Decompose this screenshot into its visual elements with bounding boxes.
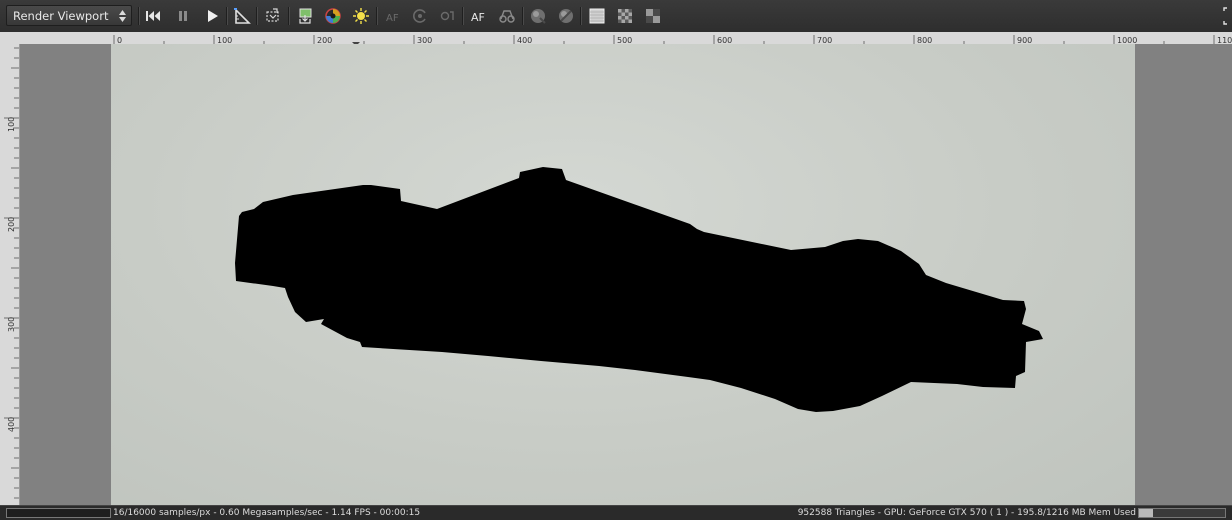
ruler-label: 200	[7, 217, 16, 232]
render-stats-text: 16/16000 samples/px - 0.60 Megasamples/s…	[113, 508, 421, 518]
memory-usage-bar	[1138, 508, 1226, 518]
camera-target-button[interactable]	[409, 5, 431, 27]
ruler-label: 300	[7, 317, 16, 332]
color-picker-icon	[325, 8, 341, 24]
checker-alpha-button[interactable]	[614, 5, 636, 27]
render-image[interactable]	[111, 44, 1135, 505]
autofocus-picker-button[interactable]: AF	[382, 5, 404, 27]
toolbar: Render Viewport AF AF	[0, 0, 1232, 33]
toolbar-separator	[376, 7, 378, 25]
play-button[interactable]	[201, 5, 223, 27]
svg-text:AF: AF	[471, 11, 485, 24]
light-pick-icon	[353, 8, 369, 24]
region-select-icon	[266, 8, 279, 22]
rewind-button[interactable]	[142, 5, 164, 27]
light-pick-button[interactable]	[350, 5, 372, 27]
car-shape	[235, 167, 1043, 412]
vertical-ruler: 100 200 300 400	[0, 44, 20, 505]
checker-small-icon	[646, 9, 660, 23]
export-button[interactable]	[294, 5, 316, 27]
pause-icon	[179, 11, 187, 21]
toolbar-separator	[226, 7, 228, 25]
export-image-icon	[299, 8, 312, 24]
toolbar-separator	[522, 7, 524, 25]
svg-text:AF: AF	[386, 13, 399, 24]
ruler-label: 100	[7, 117, 16, 132]
autofocus-icon: AF	[471, 11, 485, 24]
background-fill-button[interactable]	[586, 5, 608, 27]
maximize-icon[interactable]	[1222, 5, 1232, 27]
autofocus-toggle[interactable]: AF	[468, 5, 490, 27]
viewport-mode-select[interactable]: Render Viewport	[6, 5, 132, 26]
ruler-triangle-icon	[234, 8, 251, 24]
toolbar-separator	[580, 7, 582, 25]
sphere-unlock-button[interactable]	[555, 5, 577, 27]
color-picker-button[interactable]	[322, 5, 344, 27]
car-silhouette	[235, 167, 1043, 412]
stereo-button[interactable]	[496, 5, 518, 27]
region-render-button[interactable]	[262, 5, 284, 27]
focus-picker-icon	[440, 11, 454, 21]
stereo-glasses-icon	[499, 10, 515, 23]
camera-target-icon	[413, 9, 426, 23]
toolbar-separator	[138, 7, 140, 25]
ruler-label: 400	[7, 417, 16, 432]
ruler-tool-button[interactable]	[231, 5, 253, 27]
viewport-mode-label: Render Viewport	[13, 9, 109, 23]
toolbar-separator	[288, 7, 290, 25]
vertical-ruler-scale: 100 200 300 400	[4, 47, 19, 499]
focus-picker-button[interactable]	[437, 5, 459, 27]
memory-usage-fill	[1139, 509, 1153, 517]
background-fill-icon	[589, 8, 605, 24]
select-arrows-icon	[119, 10, 126, 22]
rewind-icon	[146, 11, 160, 21]
play-icon	[208, 10, 218, 22]
sphere-unlock-icon	[559, 9, 573, 23]
checker-alpha-icon	[618, 9, 632, 23]
status-bar: 16/16000 samples/px - 0.60 Megasamples/s…	[0, 505, 1232, 520]
render-progress-box	[6, 508, 111, 518]
gpu-stats-text: 952588 Triangles - GPU: GeForce GTX 570 …	[797, 508, 1136, 518]
toolbar-separator	[256, 7, 258, 25]
sphere-lock-icon	[531, 9, 546, 24]
toolbar-separator	[462, 7, 464, 25]
sphere-lock-button[interactable]	[527, 5, 549, 27]
autofocus-picker-icon: AF	[386, 13, 399, 24]
checker-small-button[interactable]	[642, 5, 664, 27]
pause-button[interactable]	[172, 5, 194, 27]
